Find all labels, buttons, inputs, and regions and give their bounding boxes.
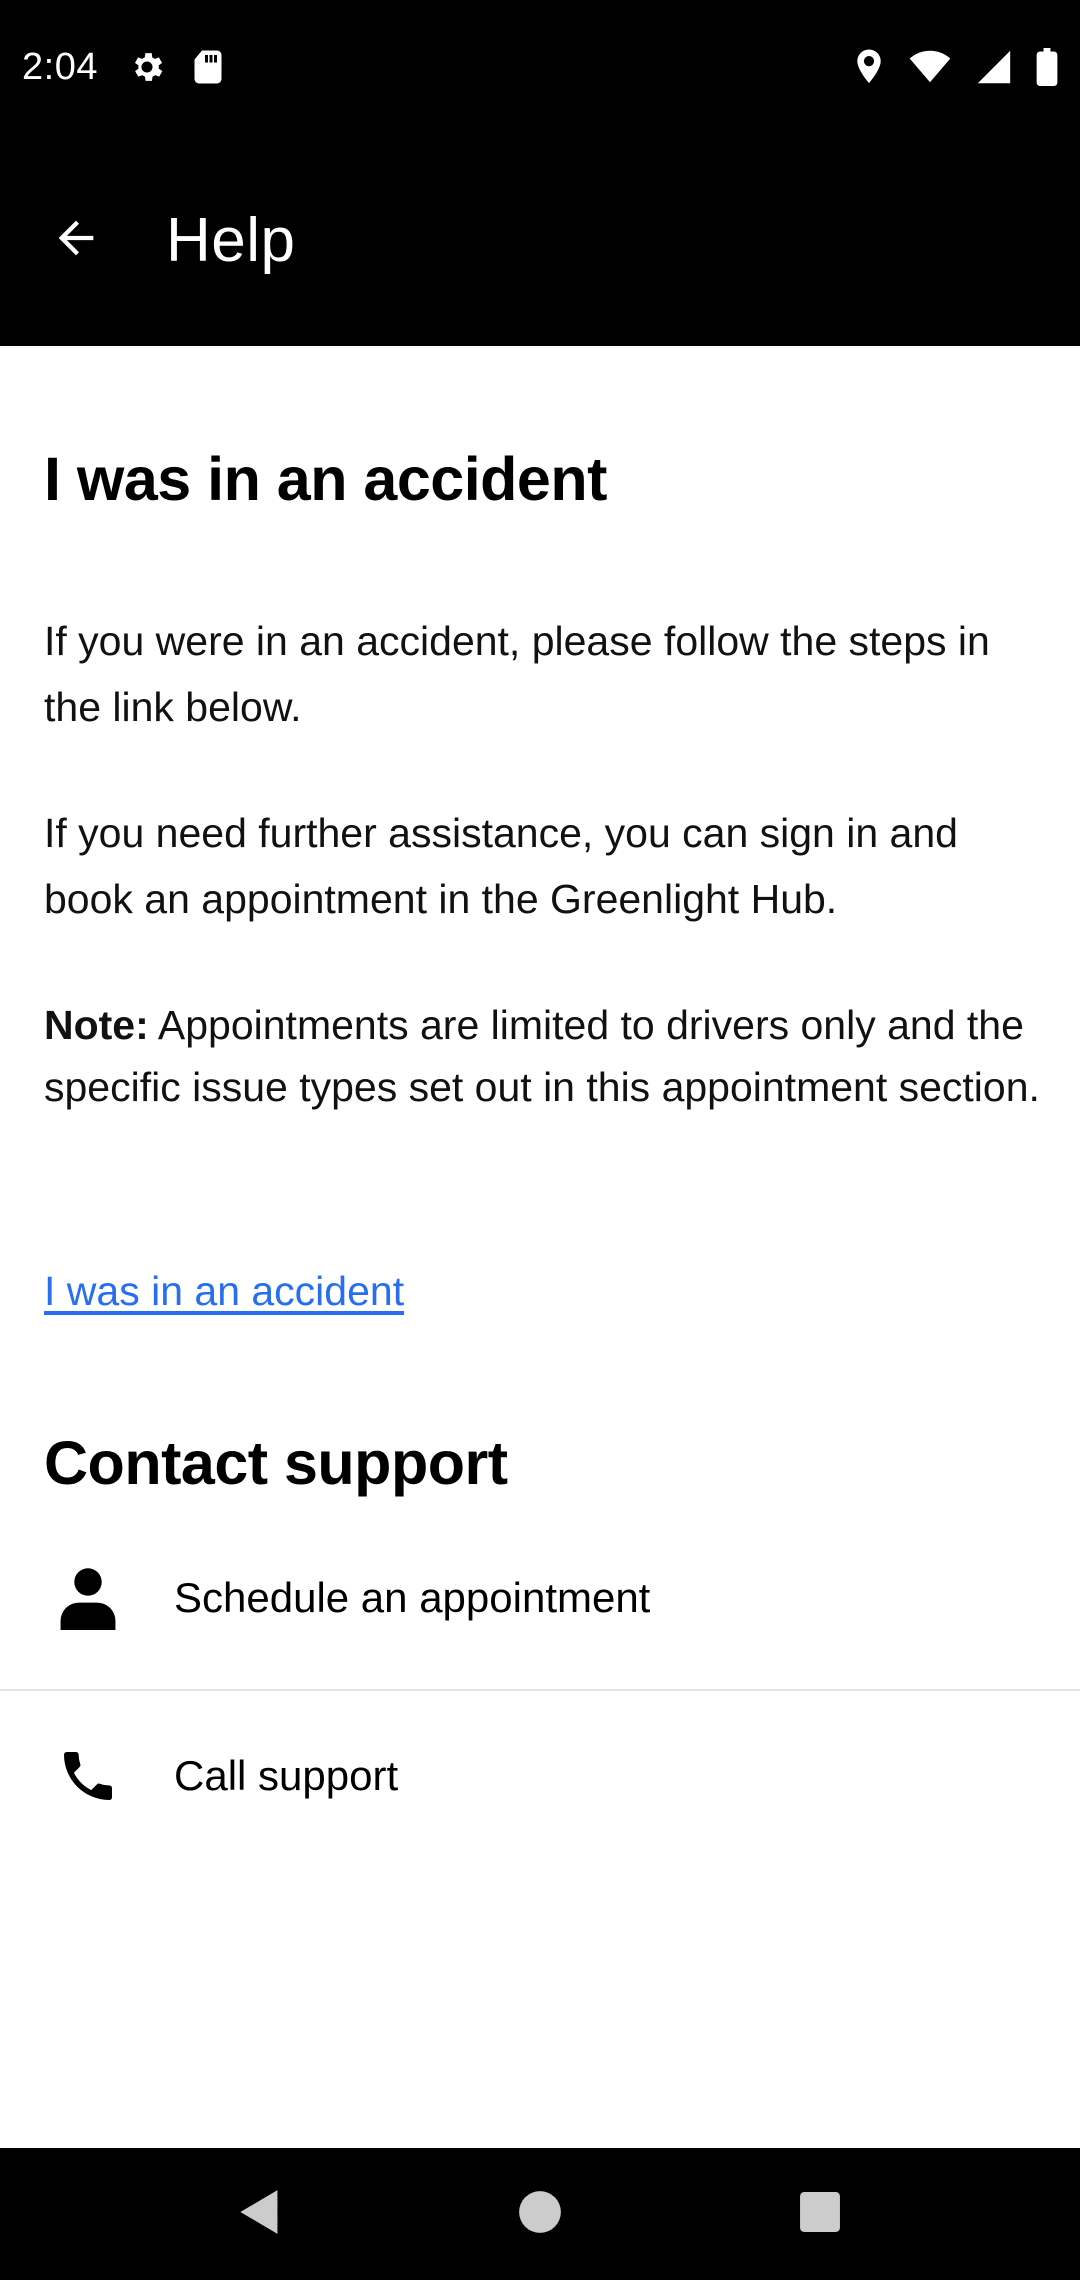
person-icon	[44, 1566, 132, 1630]
signal-icon	[976, 49, 1012, 85]
nav-home-button[interactable]	[485, 2159, 595, 2269]
call-support-button[interactable]: Call support	[0, 1688, 1080, 1864]
article-note: Note: Appointments are limited to driver…	[44, 994, 1044, 1118]
article-paragraph-2: If you need further assistance, you can …	[44, 810, 958, 922]
home-circle-icon	[518, 2190, 562, 2239]
status-left: 2:04	[22, 46, 250, 89]
article-paragraph-1: If you were in an accident, please follo…	[44, 618, 990, 730]
nav-recents-button[interactable]	[765, 2159, 875, 2269]
screen: 2:04 Help I was in an accident If you we…	[0, 0, 1080, 2280]
app-bar: Help	[0, 134, 1080, 346]
sd-card-icon	[192, 49, 224, 85]
status-time: 2:04	[22, 45, 98, 88]
accident-link[interactable]: I was in an accident	[44, 1268, 404, 1315]
schedule-appointment-label: Schedule an appointment	[174, 1574, 651, 1621]
settings-icon	[128, 48, 166, 86]
wifi-icon	[908, 49, 952, 85]
status-bar: 2:04	[0, 0, 1080, 134]
arrow-left-icon	[50, 212, 102, 269]
nav-back-button[interactable]	[205, 2159, 315, 2269]
article-title: I was in an accident	[44, 445, 607, 513]
back-button[interactable]	[16, 180, 136, 300]
phone-icon	[44, 1744, 132, 1808]
status-right	[830, 48, 1058, 86]
location-icon	[854, 48, 884, 86]
note-text: Appointments are limited to drivers only…	[44, 1002, 1040, 1110]
schedule-appointment-button[interactable]: Schedule an appointment	[0, 1510, 1080, 1686]
battery-icon	[1036, 48, 1058, 86]
system-nav-bar	[0, 2148, 1080, 2280]
back-triangle-icon	[238, 2188, 282, 2241]
contact-support-title: Contact support	[44, 1429, 508, 1497]
recents-square-icon	[799, 2191, 841, 2238]
note-label: Note:	[44, 1002, 149, 1048]
call-support-label: Call support	[174, 1752, 399, 1799]
page-title: Help	[166, 205, 296, 275]
